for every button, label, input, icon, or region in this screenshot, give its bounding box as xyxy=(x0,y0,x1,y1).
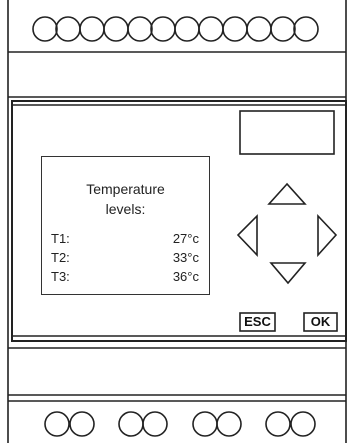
reading-value: 33°c xyxy=(172,250,199,265)
terminal-screw-icon xyxy=(198,16,224,42)
terminal-screw-icon xyxy=(103,16,129,42)
reading-label: T3: xyxy=(51,269,70,284)
terminal-screw-icon xyxy=(55,16,81,42)
terminal-screw-icon xyxy=(293,16,319,42)
plc-device: Temperature levels: T1: 27°c T2: 33°c T3… xyxy=(0,0,349,443)
terminal-screw-icon xyxy=(270,16,296,42)
terminal-screw-icon xyxy=(150,16,176,42)
terminal-screw-icon xyxy=(142,411,168,437)
terminal-screw-icon xyxy=(265,411,291,437)
terminal-screw-icon xyxy=(44,411,70,437)
reading-label: T1: xyxy=(51,231,70,246)
reading-row-t2: T2: 33°c xyxy=(51,250,199,268)
lcd-display: Temperature levels: T1: 27°c T2: 33°c T3… xyxy=(41,156,210,295)
terminal-screw-icon xyxy=(216,411,242,437)
esc-button[interactable]: ESC xyxy=(240,313,275,331)
bottom-terminals xyxy=(44,411,316,437)
reading-label: T2: xyxy=(51,250,70,265)
triangle-left-icon[interactable] xyxy=(236,214,258,258)
display-title-line2: levels: xyxy=(105,201,146,217)
terminal-screw-icon xyxy=(290,411,316,437)
top-terminals xyxy=(32,16,319,42)
terminal-screw-icon xyxy=(222,16,248,42)
terminal-screw-icon xyxy=(192,411,218,437)
triangle-down-icon[interactable] xyxy=(269,262,307,285)
terminal-screw-icon xyxy=(246,16,272,42)
terminal-screw-icon xyxy=(118,411,144,437)
reading-row-t1: T1: 27°c xyxy=(51,231,199,249)
display-title: Temperature levels: xyxy=(42,179,209,219)
terminal-screw-icon xyxy=(127,16,153,42)
reading-value: 27°c xyxy=(172,231,199,246)
reading-value: 36°c xyxy=(172,269,199,284)
terminal-screw-icon xyxy=(79,16,105,42)
terminal-screw-icon xyxy=(32,16,58,42)
triangle-up-icon[interactable] xyxy=(267,182,307,205)
triangle-right-icon[interactable] xyxy=(317,213,338,258)
terminal-screw-icon xyxy=(174,16,200,42)
terminal-screw-icon xyxy=(69,411,95,437)
display-title-line1: Temperature xyxy=(86,181,165,197)
status-window xyxy=(239,110,335,155)
reading-row-t3: T3: 36°c xyxy=(51,269,199,287)
ok-button[interactable]: OK xyxy=(304,313,337,331)
